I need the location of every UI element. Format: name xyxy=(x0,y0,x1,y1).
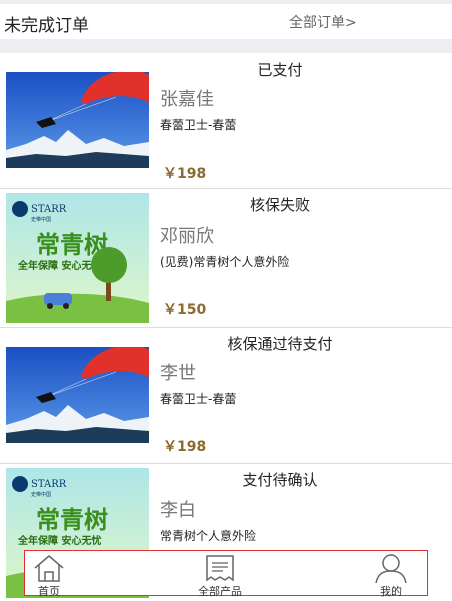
product-name: 常青树个人意外险 xyxy=(160,529,257,543)
product-name: 春蕾卫士-春蕾 xyxy=(160,118,237,132)
insured-name: 李白 xyxy=(160,500,196,521)
user-icon xyxy=(375,554,407,583)
order-card[interactable]: 已支付 张嘉佳 春蕾卫士-春蕾 ￥198 xyxy=(0,53,452,189)
order-status: 支付待确认 xyxy=(242,471,318,489)
order-price: ￥198 xyxy=(163,166,207,182)
section-gap xyxy=(0,39,452,53)
order-price: ￥150 xyxy=(163,302,207,318)
starr-logo-text: STARR xyxy=(31,479,67,490)
insured-name: 邓丽欣 xyxy=(160,226,214,247)
order-status: 核保失败 xyxy=(249,196,310,214)
insured-name: 李世 xyxy=(160,363,196,384)
unfinished-orders-header: 未完成订单 全部订单> xyxy=(0,4,452,39)
tab-mine-label: 我的 xyxy=(380,585,402,598)
paraglider-thumbnail xyxy=(6,72,149,168)
product-name: 春蕾卫士-春蕾 xyxy=(160,392,237,406)
page-title: 未完成订单 xyxy=(4,16,89,36)
banner-tagline: 全年保障 安心无忧 xyxy=(17,259,101,272)
all-orders-link[interactable]: 全部订单> xyxy=(289,12,357,32)
order-card[interactable]: STARR 史带中国 常青树 全年保障 安心无忧 核保失败 邓丽欣 (见费)常青… xyxy=(0,189,452,328)
tab-home-label: 首页 xyxy=(38,585,60,598)
product-name: (见费)常青树个人意外险 xyxy=(160,255,290,269)
order-card[interactable]: 核保通过待支付 李世 春蕾卫士-春蕾 ￥198 xyxy=(0,328,452,464)
banner-tagline: 全年保障 安心无忧 xyxy=(17,534,101,547)
tab-home[interactable]: 首页 xyxy=(9,551,89,598)
insured-name: 张嘉佳 xyxy=(160,89,214,110)
paraglider-thumbnail xyxy=(6,347,149,443)
starr-logo-text: STARR xyxy=(31,204,67,215)
order-price: ￥198 xyxy=(163,439,207,455)
changqingshu-banner-thumbnail: STARR 史带中国 常青树 全年保障 安心无忧 xyxy=(6,193,149,323)
document-icon xyxy=(206,555,234,582)
bottom-tab-bar: 首页 全部产品 我的 xyxy=(24,550,431,598)
home-icon xyxy=(34,555,64,582)
tab-mine[interactable]: 我的 xyxy=(351,551,431,598)
order-status: 核保通过待支付 xyxy=(227,335,333,353)
starr-logo-sub: 史带中国 xyxy=(31,216,51,223)
order-status: 已支付 xyxy=(257,61,303,79)
tab-products-label: 全部产品 xyxy=(198,585,242,598)
banner-slogan: 常青树 xyxy=(36,506,108,534)
tab-all-products[interactable]: 全部产品 xyxy=(180,551,260,598)
starr-logo-sub: 史带中国 xyxy=(31,491,51,498)
